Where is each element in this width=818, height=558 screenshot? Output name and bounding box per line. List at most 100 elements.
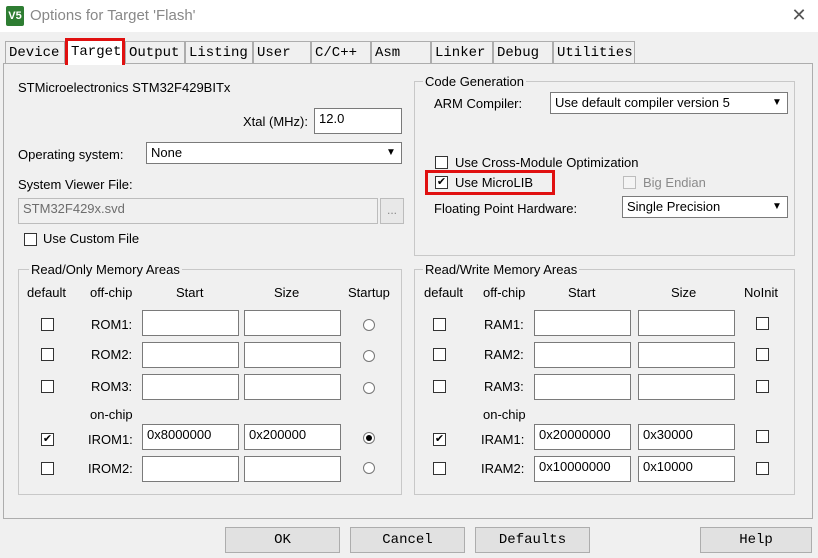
irom2-default-checkbox[interactable]	[41, 462, 54, 475]
fpu-select-value: Single Precision	[627, 199, 721, 214]
tab-cpp[interactable]: C/C++	[311, 41, 371, 63]
ram2-size-input[interactable]	[638, 342, 735, 368]
ro-header-startup: Startup	[348, 285, 390, 300]
iram1-size-input[interactable]: 0x30000	[638, 424, 735, 450]
ro-header-start: Start	[176, 285, 204, 300]
rom3-size-input[interactable]	[244, 374, 341, 400]
browse-button[interactable]: ...	[380, 198, 404, 224]
iram2-start-input[interactable]: 0x10000000	[534, 456, 631, 482]
cancel-button[interactable]: Cancel	[350, 527, 465, 553]
irom1-startup-radio[interactable]	[363, 432, 375, 444]
tab-user[interactable]: User	[253, 41, 311, 63]
rom3-label: ROM3:	[91, 379, 133, 394]
rom3-startup-radio[interactable]	[363, 382, 375, 394]
iram1-noinit-checkbox[interactable]	[756, 430, 769, 443]
big-endian-checkbox[interactable]	[623, 176, 636, 189]
defaults-button[interactable]: Defaults	[475, 527, 590, 553]
ram1-noinit-checkbox[interactable]	[756, 317, 769, 330]
rw-header-default: default	[424, 285, 464, 300]
ro-memory-title: Read/Only Memory Areas	[29, 262, 182, 277]
ram3-noinit-checkbox[interactable]	[756, 380, 769, 393]
rom3-start-input[interactable]	[142, 374, 239, 400]
rom1-startup-radio[interactable]	[363, 319, 375, 331]
fpu-select[interactable]: Single Precision ▼	[622, 196, 788, 218]
rom1-start-input[interactable]	[142, 310, 239, 336]
irom2-label: IROM2:	[88, 461, 133, 476]
keil-app-icon: V5	[6, 6, 24, 26]
ram3-default-checkbox[interactable]	[433, 380, 446, 393]
big-endian-label: Big Endian	[643, 175, 706, 190]
tab-output[interactable]: Output	[125, 41, 185, 63]
rom1-label: ROM1:	[91, 317, 133, 332]
ram3-label: RAM3:	[484, 379, 524, 394]
iram2-size-input[interactable]: 0x10000	[638, 456, 735, 482]
os-select-value: None	[151, 145, 183, 160]
rom1-size-input[interactable]	[244, 310, 341, 336]
window-title: Options for Target 'Flash'	[30, 7, 196, 24]
tab-debug[interactable]: Debug	[493, 41, 553, 63]
ro-header-size: Size	[274, 285, 300, 300]
iram2-noinit-checkbox[interactable]	[756, 462, 769, 475]
device-name: STMicroelectronics STM32F429BITx	[18, 80, 231, 95]
rom2-start-input[interactable]	[142, 342, 239, 368]
tab-listing[interactable]: Listing	[185, 41, 253, 63]
custom-file-checkbox[interactable]	[24, 233, 37, 246]
rw-memory-title: Read/Write Memory Areas	[423, 262, 580, 277]
rom1-default-checkbox[interactable]	[41, 318, 54, 331]
close-icon[interactable]: ✕	[788, 4, 810, 26]
microlib-checkbox[interactable]: ✔	[435, 176, 448, 189]
irom2-size-input[interactable]	[244, 456, 341, 482]
ram2-default-checkbox[interactable]	[433, 348, 446, 361]
cross-module-checkbox[interactable]	[435, 156, 448, 169]
tab-device[interactable]: Device	[5, 41, 65, 63]
rom3-default-checkbox[interactable]	[41, 380, 54, 393]
irom1-default-checkbox[interactable]: ✔	[41, 433, 54, 446]
custom-file-label: Use Custom File	[43, 231, 140, 246]
iram1-default-checkbox[interactable]: ✔	[433, 433, 446, 446]
ram3-start-input[interactable]	[534, 374, 631, 400]
irom1-start-input[interactable]: 0x8000000	[142, 424, 239, 450]
rw-onchip-label: on-chip	[483, 407, 526, 422]
code-generation-title: Code Generation	[423, 74, 527, 89]
tab-asm[interactable]: Asm	[371, 41, 431, 63]
iram1-start-input[interactable]: 0x20000000	[534, 424, 631, 450]
rom2-size-input[interactable]	[244, 342, 341, 368]
ram3-size-input[interactable]	[638, 374, 735, 400]
os-label: Operating system:	[18, 147, 124, 162]
irom1-size-input[interactable]: 0x200000	[244, 424, 341, 450]
ro-header-offchip: off-chip	[90, 285, 133, 300]
rw-header-offchip: off-chip	[483, 285, 526, 300]
compiler-select[interactable]: Use default compiler version 5 ▼	[550, 92, 788, 114]
rw-header-noinit: NoInit	[744, 285, 778, 300]
svf-label: System Viewer File:	[18, 177, 133, 192]
ram1-size-input[interactable]	[638, 310, 735, 336]
iram1-label: IRAM1:	[481, 432, 525, 447]
help-button[interactable]: Help	[700, 527, 812, 553]
svf-input[interactable]: STM32F429x.svd	[18, 198, 378, 224]
rom2-label: ROM2:	[91, 347, 133, 362]
os-select[interactable]: None ▼	[146, 142, 402, 164]
rw-header-start: Start	[568, 285, 596, 300]
iram2-default-checkbox[interactable]	[433, 462, 446, 475]
tab-linker[interactable]: Linker	[431, 41, 493, 63]
ram1-default-checkbox[interactable]	[433, 318, 446, 331]
tab-utilities[interactable]: Utilities	[553, 41, 635, 63]
xtal-input[interactable]: 12.0	[314, 108, 402, 134]
rom2-startup-radio[interactable]	[363, 350, 375, 362]
rw-header-size: Size	[671, 285, 697, 300]
ram2-start-input[interactable]	[534, 342, 631, 368]
compiler-select-value: Use default compiler version 5	[555, 95, 730, 110]
ram2-noinit-checkbox[interactable]	[756, 348, 769, 361]
ram1-start-input[interactable]	[534, 310, 631, 336]
rom2-default-checkbox[interactable]	[41, 348, 54, 361]
ok-button[interactable]: OK	[225, 527, 340, 553]
ram2-label: RAM2:	[484, 347, 524, 362]
ram1-label: RAM1:	[484, 317, 524, 332]
irom2-startup-radio[interactable]	[363, 462, 375, 474]
chevron-down-icon: ▼	[772, 201, 782, 212]
tab-target[interactable]: Target	[65, 38, 125, 65]
xtal-label: Xtal (MHz):	[243, 114, 308, 129]
microlib-label: Use MicroLIB	[455, 175, 534, 190]
iram2-label: IRAM2:	[481, 461, 525, 476]
irom2-start-input[interactable]	[142, 456, 239, 482]
